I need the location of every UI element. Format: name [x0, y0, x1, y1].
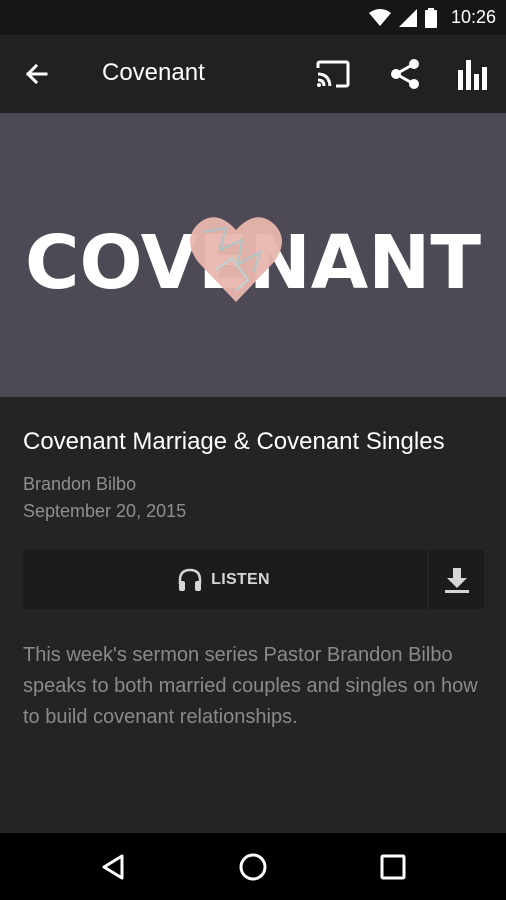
cast-button[interactable]	[313, 54, 353, 94]
sermon-description: This week's sermon series Pastor Brandon…	[23, 644, 478, 728]
sermon-detail: Covenant Marriage & Covenant Singles Bra…	[0, 397, 506, 833]
cast-icon	[316, 60, 350, 88]
stats-button[interactable]	[453, 54, 493, 94]
share-button[interactable]	[385, 54, 425, 94]
cell-signal-icon	[398, 8, 417, 27]
listen-bar: LISTEN	[23, 550, 484, 609]
status-bar: 10:26	[0, 0, 506, 35]
sermon-date: September 20, 2015	[23, 501, 187, 521]
headphones-icon	[178, 568, 202, 591]
arrow-back-icon	[25, 63, 48, 85]
battery-icon	[424, 7, 437, 28]
download-button[interactable]	[429, 550, 484, 609]
app-bar: Covenant	[0, 35, 506, 113]
bar-chart-icon	[458, 60, 487, 90]
speaker-name: Brandon Bilbo	[23, 474, 137, 494]
wifi-icon	[368, 8, 391, 26]
back-button[interactable]	[20, 57, 54, 91]
nav-home-button[interactable]	[233, 847, 273, 887]
nav-home-icon	[239, 853, 267, 881]
heart-icon	[190, 217, 282, 302]
download-icon	[444, 567, 469, 593]
nav-back-button[interactable]	[93, 847, 133, 887]
sermon-title: Covenant Marriage & Covenant Singles	[23, 428, 445, 455]
nav-recents-button[interactable]	[373, 847, 413, 887]
app-bar-title: Covenant	[102, 59, 205, 86]
listen-label: LISTEN	[211, 570, 270, 588]
status-time: 10:26	[450, 7, 496, 27]
nav-recents-icon	[380, 854, 406, 880]
sermon-artwork: COVENANT	[0, 113, 506, 397]
listen-button[interactable]: LISTEN	[23, 550, 424, 609]
nav-back-icon	[102, 854, 124, 880]
share-icon	[391, 59, 419, 89]
system-nav-bar	[0, 833, 506, 900]
status-indicators: 10:26	[368, 0, 496, 35]
